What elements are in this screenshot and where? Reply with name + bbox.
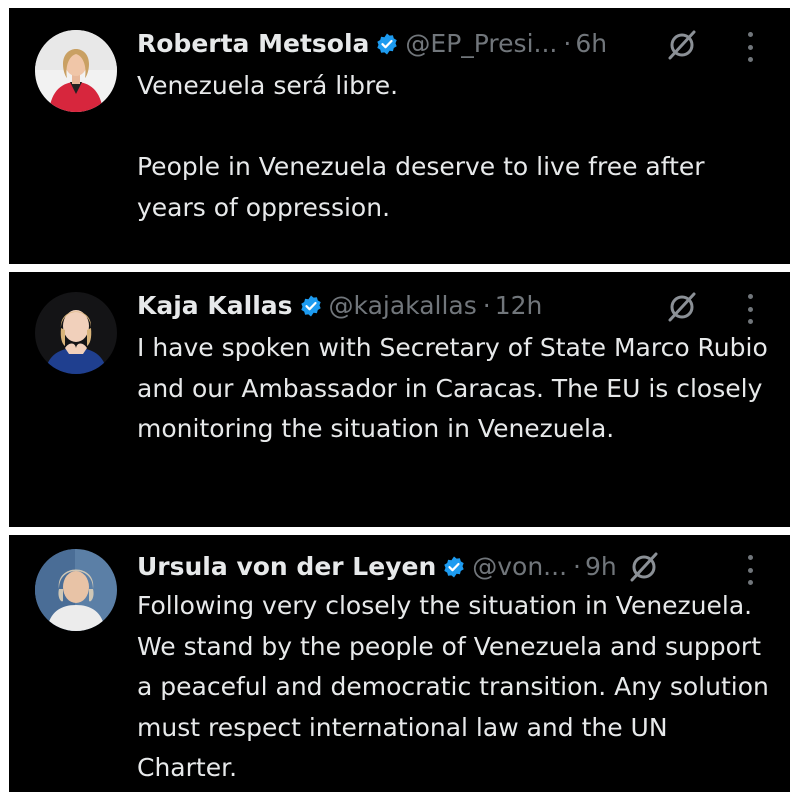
more-options-icon[interactable]	[745, 32, 755, 62]
user-handle[interactable]: @kajakallas	[329, 289, 477, 323]
tweet-paragraph: People in Venezuela deserve to live free…	[137, 152, 705, 222]
grok-icon[interactable]	[627, 550, 661, 584]
timestamp[interactable]: 9h	[585, 550, 617, 584]
display-name[interactable]: Kaja Kallas	[137, 289, 293, 323]
avatar[interactable]	[35, 292, 117, 374]
tweet-card[interactable]: Ursula von der Leyen @von... · 9h Follow…	[9, 535, 790, 792]
tweet-text: Following very closely the situation in …	[137, 586, 774, 789]
avatar-image	[35, 549, 117, 631]
more-options-icon[interactable]	[745, 294, 755, 324]
tweet-text: I have spoken with Secretary of State Ma…	[137, 328, 774, 450]
user-handle[interactable]: @von...	[472, 550, 567, 584]
verified-badge-icon	[375, 32, 399, 56]
verified-badge-icon	[442, 555, 466, 579]
avatar[interactable]	[35, 549, 117, 631]
grok-icon[interactable]	[665, 28, 699, 62]
verified-badge-icon	[299, 294, 323, 318]
separator-dot: ·	[563, 29, 572, 58]
tweet-text: Venezuela será libre. People in Venezuel…	[137, 66, 774, 228]
avatar-image	[35, 30, 117, 112]
separator-dot: ·	[573, 552, 581, 581]
timestamp[interactable]: 6h	[575, 27, 607, 61]
tweet-card[interactable]: Roberta Metsola @EP_Presi... · 6h Venezu…	[9, 8, 790, 264]
display-name[interactable]: Roberta Metsola	[137, 27, 369, 61]
tweet-paragraph: I have spoken with Secretary of State Ma…	[137, 333, 768, 443]
user-handle[interactable]: @EP_Presi...	[405, 27, 557, 61]
tweet-paragraph: Venezuela será libre.	[137, 71, 399, 100]
more-options-icon[interactable]	[745, 555, 755, 585]
display-name[interactable]: Ursula von der Leyen	[137, 550, 436, 584]
avatar-image	[35, 292, 117, 374]
tweet-card[interactable]: Kaja Kallas @kajakallas · 12h I have spo…	[9, 272, 790, 527]
tweet-header: Ursula von der Leyen @von... · 9h	[137, 550, 770, 584]
tweet-paragraph: Following very closely the situation in …	[137, 591, 769, 782]
timestamp[interactable]: 12h	[495, 289, 543, 323]
avatar[interactable]	[35, 30, 117, 112]
separator-dot: ·	[482, 291, 491, 320]
grok-icon[interactable]	[665, 290, 699, 324]
